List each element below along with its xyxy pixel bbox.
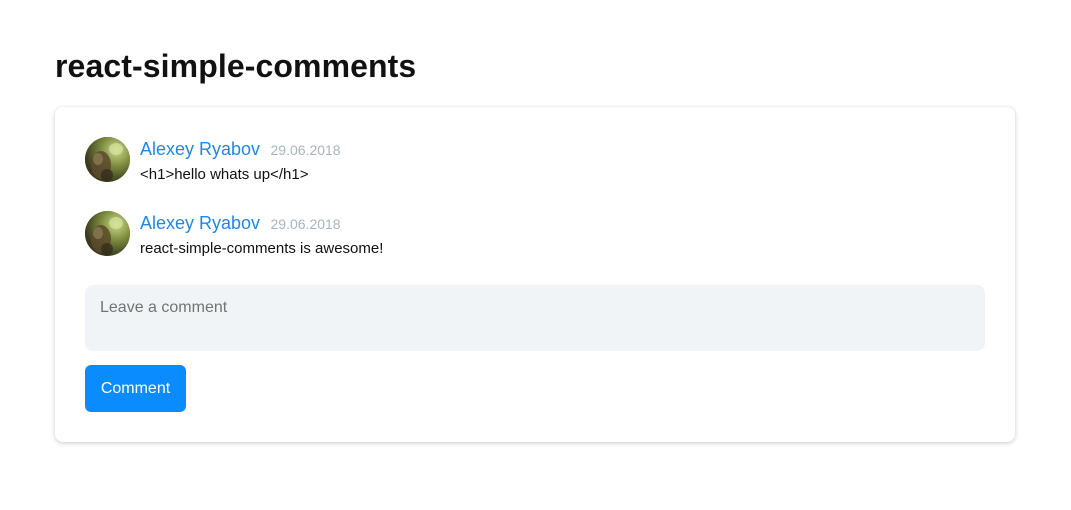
comment-submit-button[interactable]: Comment: [85, 365, 186, 412]
comments-card: Alexey Ryabov 29.06.2018 <h1>hello whats…: [55, 107, 1015, 442]
avatar[interactable]: [85, 211, 130, 256]
comment-header: Alexey Ryabov 29.06.2018: [140, 139, 341, 160]
comment-date: 29.06.2018: [270, 142, 341, 158]
page: react-simple-comments Alexey Ryabov 29.0…: [0, 0, 1071, 510]
author-link[interactable]: Alexey Ryabov: [140, 213, 260, 233]
comment-header: Alexey Ryabov 29.06.2018: [140, 213, 341, 234]
comment-item: Alexey Ryabov 29.06.2018 <h1>hello whats…: [85, 137, 965, 187]
user-photo-avatar-icon: [85, 211, 130, 256]
comment-item: Alexey Ryabov 29.06.2018 react-simple-co…: [85, 211, 965, 261]
user-photo-avatar-icon: [85, 137, 130, 182]
avatar[interactable]: [85, 137, 130, 182]
page-title: react-simple-comments: [55, 48, 417, 84]
author-link[interactable]: Alexey Ryabov: [140, 139, 260, 159]
comment-text: <h1>hello whats up</h1>: [140, 166, 309, 183]
comment-input[interactable]: [85, 285, 985, 351]
comment-date: 29.06.2018: [270, 216, 341, 232]
comment-text: react-simple-comments is awesome!: [140, 240, 384, 257]
